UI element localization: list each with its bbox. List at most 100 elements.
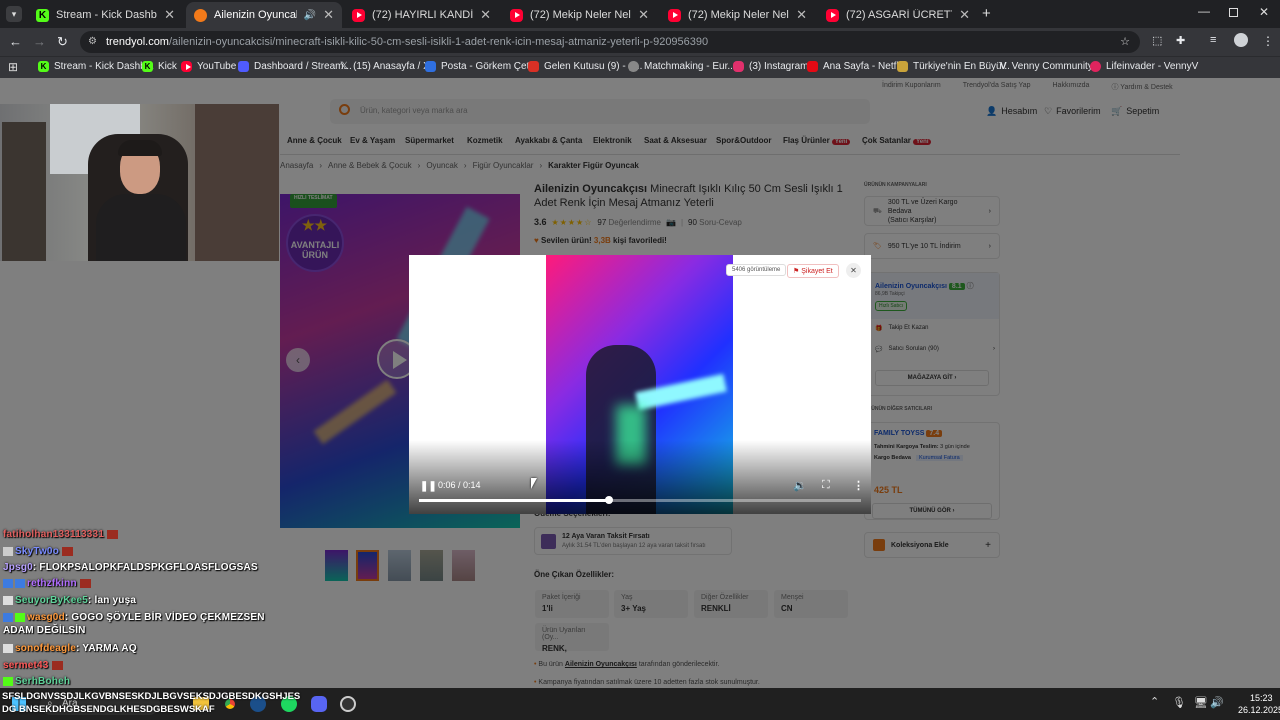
flag-icon: ⚑ (793, 268, 800, 275)
network-icon[interactable]: 🖥 (1194, 696, 1208, 709)
matchmaking-icon (628, 61, 639, 72)
chat-username: wasg0d (27, 612, 65, 623)
maximize-button[interactable] (1229, 8, 1238, 17)
address-bar[interactable]: ⚙ trendyol.com/ailenizin-oyuncakcisi/min… (80, 31, 1140, 53)
chat-text: : lan yuşa (88, 595, 137, 606)
views-label: 5406 görüntüleme (732, 267, 781, 273)
bookmark-star-icon[interactable]: ☆ (1120, 31, 1130, 53)
bookmark-2[interactable]: YouTube (181, 61, 236, 72)
bookmark-6[interactable]: Gelen Kutusu (9) - g... (528, 61, 642, 72)
tab-title: (72) Mekip Neler Neler 31.Bölü (530, 9, 631, 21)
chat-message: fatiholhan133113331 (3, 529, 119, 540)
chat-message: Jpsg0: FLOKPSALOPKFALDSPKGFLOASFLOGSAS (3, 562, 258, 573)
kick-icon: K (36, 8, 49, 22)
bookmark-8[interactable]: (3) Instagram (733, 61, 808, 72)
bookmark-label: (15) Anasayfa / X (353, 61, 430, 72)
clock-date[interactable]: 26.12.2025 (1238, 705, 1280, 715)
site-info-icon[interactable]: ⚙ (88, 31, 97, 53)
fullscreen-icon[interactable]: ⛶ (822, 479, 830, 492)
bookmark-3[interactable]: Dashboard / Stream... (238, 61, 352, 72)
webcam-person-hair (118, 140, 162, 156)
chat-message: rethzfkinn (3, 578, 91, 589)
bookmark-9[interactable]: Ana Sayfa - Netflix (807, 61, 906, 72)
report-button[interactable]: ⚑ Şikayet Et (787, 264, 839, 278)
url-path: /ailenizin-oyuncakcisi/minecraft-isikli-… (168, 36, 709, 48)
bookmark-label: Kick (158, 61, 177, 72)
webcam-shelf (2, 122, 46, 261)
report-label: Şikayet Et (801, 268, 833, 275)
close-tab-icon[interactable]: ✕ (164, 7, 175, 23)
stream-overlay-text: SFSLDGNVSSDJLKGVBNSESKDJLBGVSEKSDJGBESDK… (2, 690, 302, 716)
close-tab-icon[interactable]: ✕ (796, 7, 807, 23)
bookmark-label: Venny Community (1011, 61, 1093, 72)
minimize-button[interactable]: — (1198, 4, 1210, 18)
bookmark-12[interactable]: Lifeinvader - VennyV (1090, 61, 1198, 72)
video-progress-fill (419, 499, 610, 502)
close-modal-button[interactable]: ✕ (846, 263, 861, 278)
bookmark-label: Lifeinvader - VennyV (1106, 61, 1199, 72)
speaker-icon[interactable]: 🔊 (304, 10, 316, 21)
close-tab-icon[interactable]: ✕ (638, 7, 649, 23)
chat-username: sonofdeagle (15, 643, 77, 654)
close-window-button[interactable]: ✕ (1259, 5, 1269, 19)
bookmark-label: Stream - Kick Dashb... (54, 61, 155, 72)
bookmark-0[interactable]: K Stream - Kick Dashb... (38, 61, 154, 72)
views-badge: 5406 görüntüleme (726, 264, 787, 276)
bookmark-label: Ana Sayfa - Netflix (823, 61, 906, 72)
video-progress-thumb[interactable] (605, 496, 614, 504)
bookmark-10[interactable]: Türkiye'nin En Büyü... (897, 61, 1010, 72)
youtube-icon (826, 8, 839, 22)
volume-icon[interactable]: 🔉 (793, 479, 807, 492)
discord-icon[interactable] (311, 696, 327, 712)
tab-trendyol-product[interactable]: Ailenizin Oyuncakçısı Minec 🔊 ✕ (186, 2, 342, 28)
bookmark-11[interactable]: V Venny Community (1000, 61, 1093, 72)
tab-youtube-4[interactable]: (72) ASGARİ ÜCRETTEKİ 50 KU ✕ (818, 2, 978, 28)
tab-search-button[interactable]: ▾ (6, 6, 22, 22)
chat-text: : YARMA AQ (76, 643, 137, 654)
clock-time[interactable]: 15:23 (1250, 693, 1273, 703)
emote-icon (79, 578, 91, 588)
extension-icon[interactable]: ⬚ (1152, 34, 1162, 47)
forward-icon[interactable]: → (33, 34, 46, 49)
bookmark-4[interactable]: 𝕏 (15) Anasayfa / X (340, 61, 430, 72)
menu-icon[interactable]: ⋮ (1262, 34, 1274, 48)
bookmark-7[interactable]: Matchmaking - Eur... (628, 61, 736, 72)
tab-title: (72) HAYIRLI KANDİLLER | Mad (372, 9, 474, 21)
bookmark-label: (3) Instagram (749, 61, 809, 72)
speaker-icon[interactable]: 🔊 (1210, 696, 1224, 709)
video-progress-track[interactable] (419, 496, 861, 504)
bookmark-5[interactable]: Posta - Görkem Çeti... (425, 61, 540, 72)
chat-username: SeuyorByKee5 (15, 595, 88, 606)
bookmark-label: Türkiye'nin En Büyü... (913, 61, 1010, 72)
chat-username: fatiholhan133113331 (3, 529, 105, 540)
tab-youtube-3[interactable]: (72) Mekip Neler Neler 30.bölu ✕ (660, 2, 815, 28)
kick-icon: K (38, 61, 49, 72)
mail-icon (425, 61, 436, 72)
dashboard-icon (238, 61, 249, 72)
tab-youtube-2[interactable]: (72) Mekip Neler Neler 31.Bölü ✕ (502, 2, 657, 28)
tab-youtube-1[interactable]: (72) HAYIRLI KANDİLLER | Mad ✕ (344, 2, 499, 28)
bookmark-label: YouTube (197, 61, 237, 72)
chat-message: sonofdeagle: YARMA AQ (3, 643, 137, 654)
bookmark-1[interactable]: K Kick (142, 61, 177, 72)
pause-icon[interactable]: ❚❚ (420, 481, 437, 492)
chevron-up-icon[interactable]: ⌃ (1150, 695, 1159, 708)
close-tab-icon[interactable]: ✕ (323, 7, 334, 23)
close-tab-icon[interactable]: ✕ (959, 7, 970, 23)
chat-message: wasg0d: GOGO ŞÖYLE BİR VİDEO ÇEKMEZSEN A… (3, 611, 273, 637)
emote-icon (62, 546, 74, 556)
close-tab-icon[interactable]: ✕ (480, 7, 491, 23)
instagram-icon (733, 61, 744, 72)
new-tab-button[interactable]: + (982, 5, 991, 22)
tab-strip: ▾ K Stream - Kick Dashboard ✕ Ailenizin Oy… (0, 0, 1280, 28)
obs-icon[interactable] (340, 696, 356, 712)
reload-icon[interactable]: ↻ (57, 34, 68, 50)
profile-avatar-icon[interactable] (1234, 33, 1248, 47)
tab-kick-dashboard[interactable]: K Stream - Kick Dashboard ✕ (28, 2, 183, 28)
microphone-icon[interactable]: 🎙 (1172, 696, 1186, 709)
apps-grid-icon[interactable]: ⊞ (8, 60, 18, 74)
back-icon[interactable]: ← (9, 34, 22, 49)
more-options-icon[interactable]: ⋮ (853, 479, 864, 492)
puzzle-icon[interactable]: ✚ (1176, 34, 1185, 47)
reading-list-icon[interactable]: ≡ (1210, 34, 1216, 46)
